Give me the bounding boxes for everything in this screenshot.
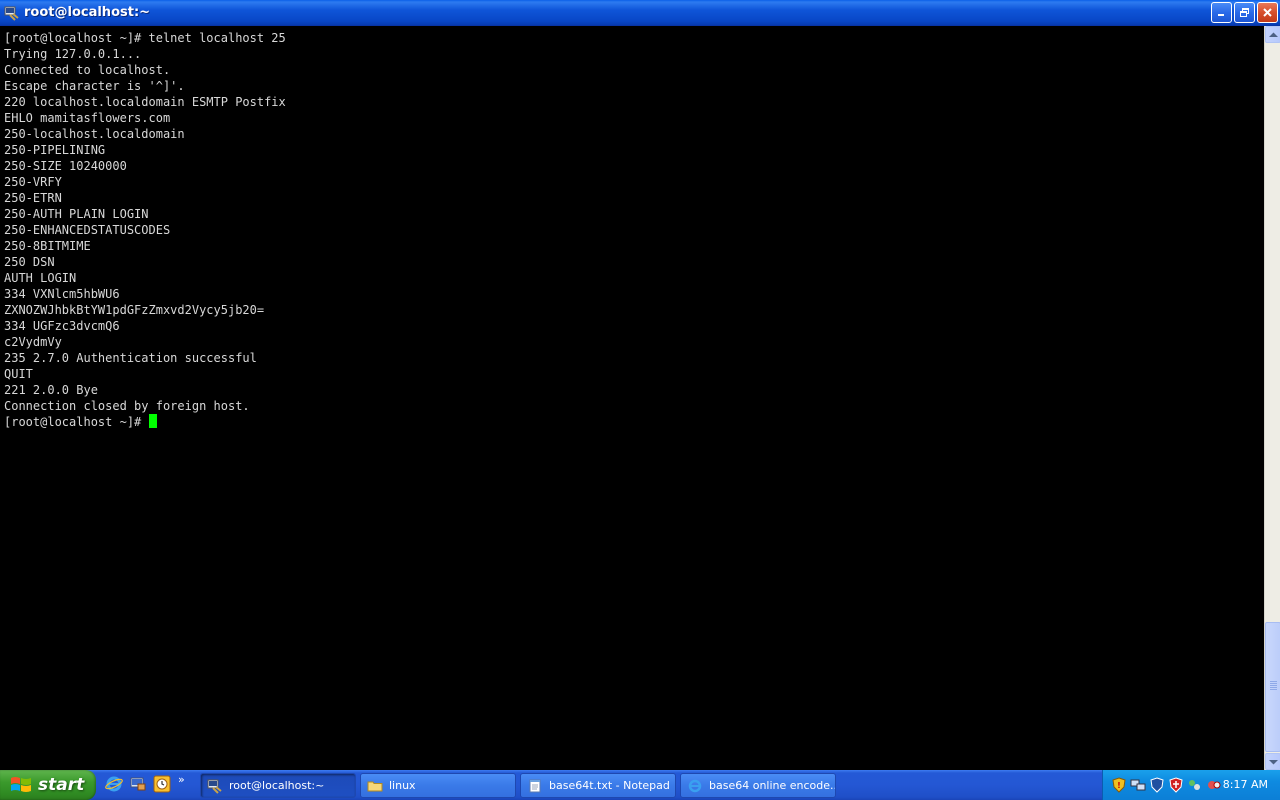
task-label: linux	[389, 779, 416, 792]
terminal-line: c2VydmVy	[4, 335, 62, 349]
arrow-up-icon	[1268, 32, 1278, 37]
folder-icon	[367, 778, 383, 794]
terminal-line: 235 2.7.0 Authentication successful	[4, 351, 257, 365]
prompt: [root@localhost ~]#	[4, 415, 149, 429]
terminal-app-icon[interactable]	[4, 5, 20, 21]
terminal-line: 250 DSN	[4, 255, 55, 269]
clock-app-icon[interactable]	[152, 774, 172, 794]
system-tray: ! 8:17 AM	[1102, 770, 1280, 800]
terminal-line: 334 VXNlcm5hbWU6	[4, 287, 120, 301]
prompt-line: [root@localhost ~]#	[4, 414, 286, 430]
terminal-icon	[207, 778, 223, 794]
quick-launch: »	[104, 773, 185, 794]
terminal-line: 334 UGFzc3dvcmQ6	[4, 319, 120, 333]
terminal-line: Trying 127.0.0.1...	[4, 47, 142, 61]
grip-icon	[1270, 681, 1277, 691]
task-button-linux[interactable]: linux	[360, 773, 516, 798]
start-button[interactable]: start	[0, 770, 96, 800]
windows-logo-icon	[11, 777, 31, 792]
text-cursor	[148, 414, 157, 428]
restore-button[interactable]	[1234, 2, 1255, 23]
puzzle-icon[interactable]	[1187, 777, 1203, 793]
terminal-line: AUTH LOGIN	[4, 271, 77, 285]
terminal-line: 220 localhost.localdomain ESMTP Postfix	[4, 95, 286, 109]
alert-icon[interactable]	[1206, 777, 1222, 793]
antivirus-icon[interactable]	[1168, 777, 1184, 793]
terminal-line: 250-ENHANCEDSTATUSCODES	[4, 223, 171, 237]
window-title: root@localhost:~	[24, 5, 151, 20]
show-desktop-icon[interactable]	[128, 774, 148, 794]
notepad-icon	[527, 778, 543, 794]
terminal-line: 250-ETRN	[4, 191, 62, 205]
terminal-line: Escape character is '^]'.	[4, 79, 185, 93]
scroll-thumb[interactable]	[1265, 622, 1280, 752]
task-label: root@localhost:~	[229, 779, 325, 792]
title-bar[interactable]: root@localhost:~	[0, 0, 1280, 26]
restore-icon	[1240, 8, 1249, 17]
ie-icon	[687, 778, 703, 794]
network-icon[interactable]	[1130, 777, 1146, 793]
terminal-line: 250-PIPELINING	[4, 143, 106, 157]
terminal-line: 250-8BITMIME	[4, 239, 91, 253]
clock[interactable]: 8:17 AM	[1223, 778, 1268, 791]
task-button-notepad[interactable]: base64t.txt - Notepad	[520, 773, 676, 798]
terminal-line: 250-AUTH PLAIN LOGIN	[4, 207, 149, 221]
terminal-line: QUIT	[4, 367, 33, 381]
taskbar: start » root@localhost:~ linux base64t.t…	[0, 770, 1280, 800]
terminal-line: Connected to localhost.	[4, 63, 171, 77]
minimize-icon	[1218, 14, 1224, 16]
scroll-up-button[interactable]	[1265, 26, 1280, 43]
terminal-line: EHLO mamitasflowers.com	[4, 111, 171, 125]
terminal-line: 250-localhost.localdomain	[4, 127, 185, 141]
quicklaunch-more-button[interactable]: »	[178, 773, 185, 786]
ie-icon[interactable]	[104, 774, 124, 794]
terminal-line: Connection closed by foreign host.	[4, 399, 250, 413]
window-controls	[1211, 2, 1278, 23]
arrow-down-icon	[1268, 759, 1278, 764]
terminal-window: root@localhost:~ [root@localhost ~]# tel…	[0, 0, 1280, 770]
task-label: base64 online encode...	[709, 779, 836, 792]
terminal-line: 250-VRFY	[4, 175, 62, 189]
start-label: start	[38, 775, 85, 795]
task-button-terminal[interactable]: root@localhost:~	[200, 773, 356, 798]
scroll-down-button[interactable]	[1265, 753, 1280, 770]
minimize-button[interactable]	[1211, 2, 1232, 23]
task-button-browser[interactable]: base64 online encode...	[680, 773, 836, 798]
security-shield-icon[interactable]: !	[1111, 777, 1127, 793]
terminal-output[interactable]: [root@localhost ~]# telnet localhost 25 T…	[0, 26, 1264, 770]
terminal-lines: [root@localhost ~]# telnet localhost 25 T…	[4, 30, 286, 430]
shield-icon[interactable]	[1149, 777, 1165, 793]
terminal-line: 221 2.0.0 Bye	[4, 383, 98, 397]
close-icon	[1263, 8, 1272, 17]
terminal-line: ZXNOZWJhbkBtYW1pdGFzZmxvd2Vycy5jb20=	[4, 303, 265, 317]
svg-text:!: !	[1117, 781, 1121, 790]
vertical-scrollbar[interactable]	[1264, 26, 1280, 770]
terminal-line: 250-SIZE 10240000	[4, 159, 127, 173]
terminal-line: [root@localhost ~]# telnet localhost 25	[4, 31, 286, 45]
task-label: base64t.txt - Notepad	[549, 779, 670, 792]
close-button[interactable]	[1257, 2, 1278, 23]
